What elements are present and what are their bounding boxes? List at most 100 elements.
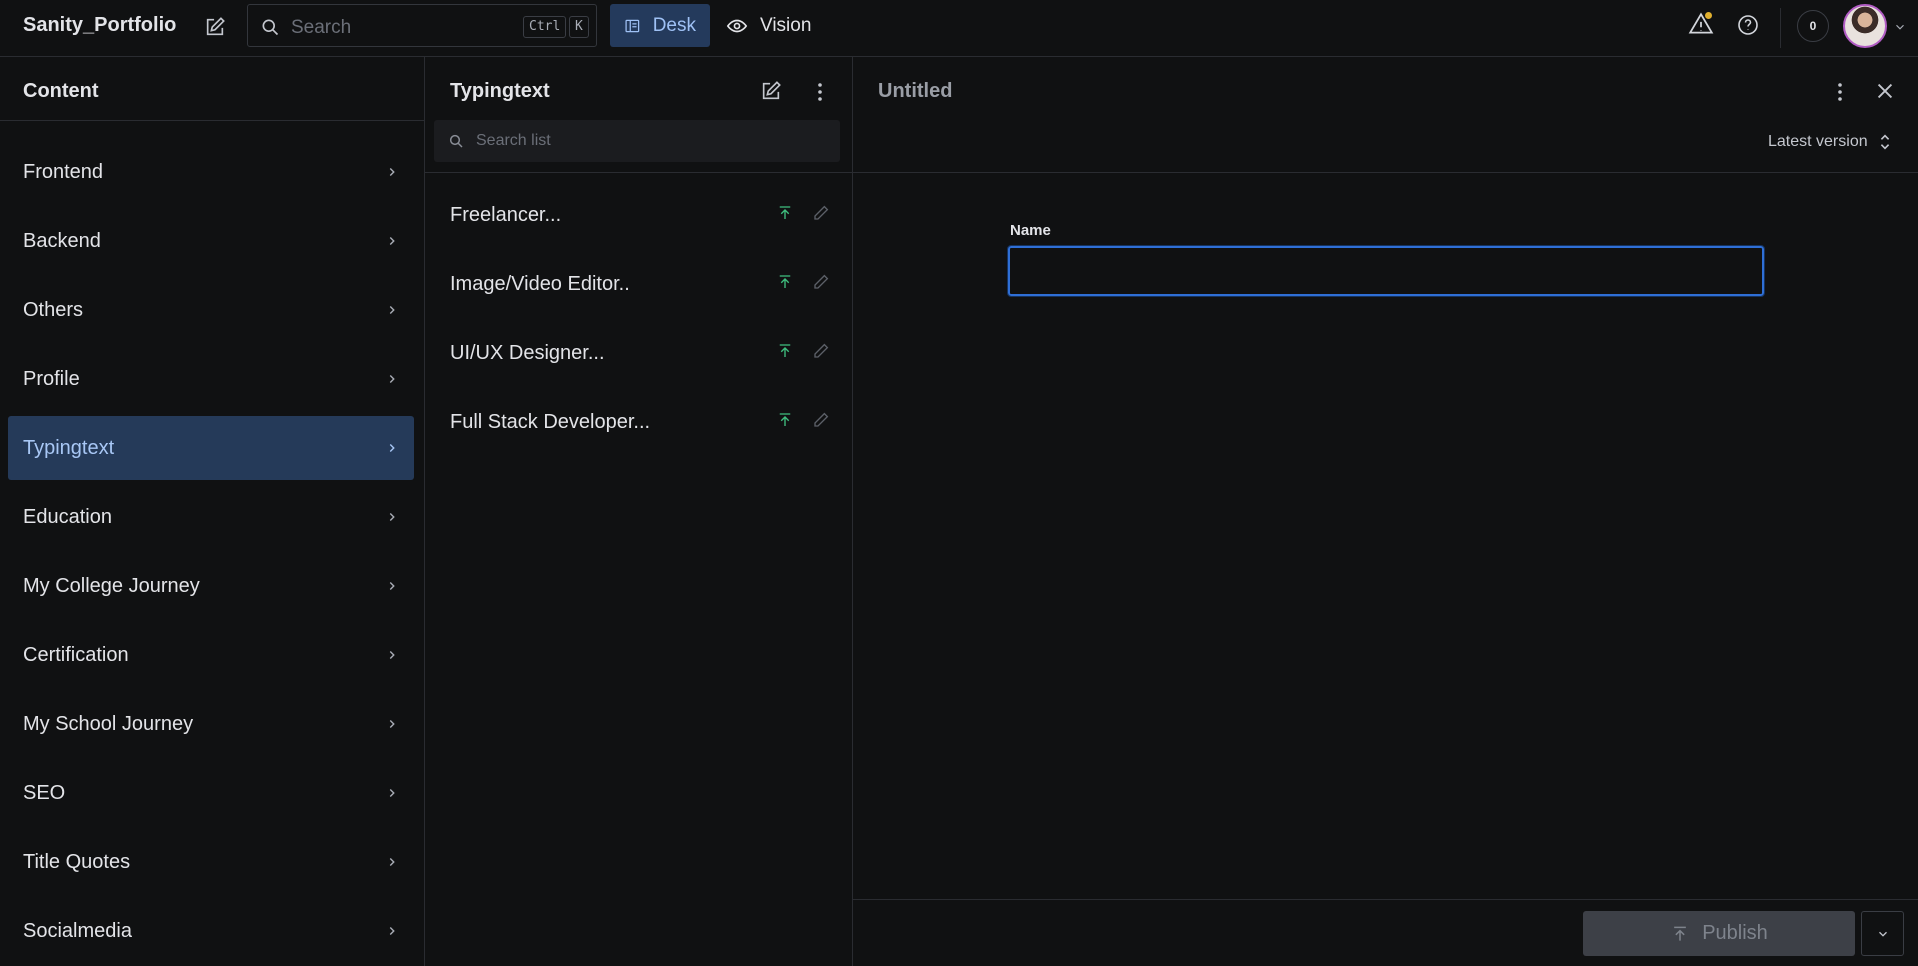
chevron-right-icon (385, 441, 399, 455)
document-list-item[interactable]: Full Stack Developer... (434, 390, 840, 454)
content-type-label: My School Journey (23, 712, 194, 735)
search-icon (448, 133, 464, 149)
content-type-item[interactable]: Profile (8, 347, 414, 411)
content-type-item[interactable]: Backend (8, 209, 414, 273)
published-status-icon (776, 410, 794, 430)
list-search-placeholder: Search list (476, 132, 551, 149)
content-type-item[interactable]: Typingtext (8, 416, 414, 480)
content-type-item[interactable]: My College Journey (8, 554, 414, 618)
version-selector[interactable]: Latest version (1768, 133, 1892, 151)
search-placeholder: Search (291, 17, 352, 38)
chevron-right-icon (385, 165, 399, 179)
document-menu-button[interactable] (1828, 80, 1852, 104)
chevron-right-icon (385, 303, 399, 317)
content-type-item[interactable]: Frontend (8, 140, 414, 204)
new-document-button[interactable] (200, 12, 230, 42)
content-type-item[interactable]: Certification (8, 623, 414, 687)
more-vertical-icon (1838, 83, 1842, 101)
shortcut-k-key: K (569, 16, 589, 38)
search-icon (260, 17, 280, 37)
compose-icon (762, 81, 781, 100)
chevron-down-icon[interactable] (1893, 20, 1907, 34)
content-type-label: Frontend (23, 160, 104, 183)
help-button[interactable] (1736, 13, 1760, 37)
global-search-input[interactable]: Search Ctrl K (247, 4, 597, 47)
chevron-up-down-icon (1880, 134, 1889, 150)
desk-tool-label: Desk (652, 14, 696, 36)
list-pane-title: Typingtext (450, 80, 550, 102)
chevron-right-icon (385, 786, 399, 800)
content-type-item[interactable]: My School Journey (8, 692, 414, 756)
content-type-item[interactable]: Others (8, 278, 414, 342)
content-type-label: SEO (23, 781, 66, 804)
document-list-item[interactable]: UI/UX Designer... (434, 321, 840, 385)
content-type-label: Backend (23, 229, 101, 252)
close-icon (1877, 83, 1893, 99)
vision-tool-button[interactable]: Vision (712, 4, 825, 47)
list-header-divider (425, 172, 852, 173)
content-type-label: Socialmedia (23, 919, 132, 942)
document-list-item[interactable]: Image/Video Editor.. (434, 252, 840, 316)
content-type-item[interactable]: Education (8, 485, 414, 549)
content-type-item[interactable]: Socialmedia (8, 899, 414, 963)
draft-status-icon (812, 341, 830, 361)
content-type-label: Others (23, 298, 84, 321)
eye-icon (726, 19, 748, 32)
name-field-label: Name (1010, 222, 1051, 239)
content-type-label: Profile (23, 367, 80, 390)
chevron-right-icon (385, 234, 399, 248)
content-type-item[interactable]: Title Quotes (8, 830, 414, 894)
document-title-label: Image/Video Editor.. (450, 272, 630, 295)
published-status-icon (776, 203, 794, 223)
pane-divider[interactable] (424, 57, 425, 966)
document-title: Untitled (878, 80, 953, 102)
top-navbar: Sanity_Portfolio Search Ctrl K Desk Visi… (0, 0, 1918, 57)
document-title-label: Full Stack Developer... (450, 410, 651, 433)
draft-status-icon (812, 203, 830, 223)
more-vertical-icon (818, 83, 822, 101)
chevron-right-icon (385, 855, 399, 869)
list-menu-button[interactable] (808, 80, 832, 104)
published-status-icon (776, 272, 794, 292)
chevron-right-icon (385, 579, 399, 593)
user-avatar[interactable] (1843, 4, 1887, 48)
content-type-label: Typingtext (23, 436, 115, 459)
content-pane-title: Content (23, 80, 99, 102)
content-type-label: My College Journey (23, 574, 200, 597)
publish-label: Publish (1702, 922, 1768, 944)
desk-icon (625, 19, 640, 32)
editor-footer-divider (853, 899, 1918, 900)
document-title-label: UI/UX Designer... (450, 341, 605, 364)
content-type-label: Certification (23, 643, 129, 666)
shortcut-ctrl-key: Ctrl (523, 16, 567, 38)
chevron-down-icon (1878, 931, 1887, 937)
project-title[interactable]: Sanity_Portfolio (23, 14, 176, 37)
desk-tool-button[interactable]: Desk (610, 4, 710, 47)
create-document-button[interactable] (760, 80, 782, 102)
name-field[interactable] (1007, 245, 1765, 297)
editor-header-divider (853, 172, 1918, 173)
close-pane-button[interactable] (1874, 80, 1896, 102)
help-icon (1738, 15, 1758, 35)
document-list-item[interactable]: Freelancer... (434, 183, 840, 247)
version-label: Latest version (1768, 133, 1868, 150)
publish-icon (1674, 926, 1687, 941)
document-title-label: Freelancer... (450, 203, 562, 226)
content-type-label: Title Quotes (23, 850, 131, 873)
pane-divider[interactable] (852, 57, 853, 966)
publish-button[interactable]: Publish (1583, 911, 1855, 956)
chevron-right-icon (385, 372, 399, 386)
chevron-right-icon (385, 510, 399, 524)
draft-status-icon (812, 410, 830, 430)
publish-options-button[interactable] (1861, 911, 1904, 956)
content-type-label: Education (23, 505, 112, 528)
alert-badge (1705, 12, 1712, 19)
compose-icon (206, 17, 225, 36)
content-type-item[interactable]: SEO (8, 761, 414, 825)
toolbar-divider (1780, 8, 1781, 48)
draft-status-icon (812, 272, 830, 292)
chevron-right-icon (385, 924, 399, 938)
list-search-input[interactable]: Search list (434, 120, 840, 162)
chevron-right-icon (385, 648, 399, 662)
tasks-counter-button[interactable]: 0 (1797, 10, 1829, 42)
